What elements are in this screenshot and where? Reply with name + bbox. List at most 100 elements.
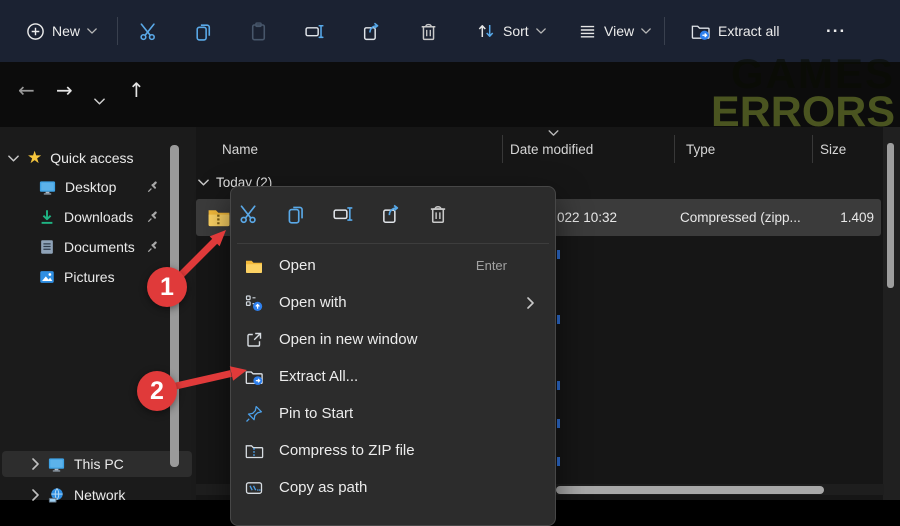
address-row: ← → ↑ « wind... Downloads [0, 62, 900, 127]
menu-shortcut: Enter [476, 258, 507, 273]
sidebar-item-pictures[interactable]: Pictures [0, 265, 220, 289]
sidebar-item-label: Downloads [64, 209, 133, 225]
cut-button[interactable] [131, 14, 165, 48]
menu-item-open-in-new-window[interactable]: Open in new window [231, 321, 555, 358]
sidebar-item-label: Desktop [65, 179, 116, 195]
file-size: 1.409 [840, 210, 874, 225]
share-icon[interactable] [380, 203, 402, 225]
menu-item-open-with[interactable]: Open with [231, 284, 555, 321]
group-collapse-chevron[interactable] [198, 179, 209, 186]
copy-path-icon [244, 478, 264, 498]
toolbar-divider [117, 17, 118, 45]
chevron-down-icon [87, 28, 97, 34]
menu-item-compress-to-zip[interactable]: Compress to ZIP file [231, 432, 555, 469]
horizontal-scrollbar-thumb[interactable] [556, 486, 824, 494]
new-button[interactable]: New [20, 16, 103, 46]
hidden-item-fragment [557, 250, 560, 259]
zip-folder-icon [244, 441, 264, 461]
submenu-chevron-icon [527, 297, 534, 309]
view-lines-icon [578, 22, 597, 41]
sidebar-item-quick-access[interactable]: ★ Quick access [0, 146, 190, 170]
hidden-item-fragment [557, 419, 560, 428]
documents-icon [38, 238, 56, 256]
column-header-type[interactable]: Type [686, 142, 715, 157]
pin-icon [244, 404, 264, 424]
rename-button[interactable] [297, 14, 331, 48]
sort-arrows-icon [476, 21, 496, 41]
hidden-item-fragment [557, 315, 560, 324]
back-button[interactable]: ← [18, 78, 35, 102]
context-menu: Open Enter Open with Open in new window … [230, 186, 556, 526]
pictures-icon [38, 268, 56, 286]
chevron-down-icon [8, 155, 19, 162]
menu-item-pin-to-start[interactable]: Pin to Start [231, 395, 555, 432]
sort-indicator-chevron [548, 130, 559, 136]
chevron-down-icon [536, 28, 546, 34]
sidebar-item-label: Quick access [50, 150, 133, 166]
share-icon [361, 21, 382, 42]
star-icon: ★ [27, 149, 42, 167]
column-divider[interactable] [674, 135, 675, 163]
recent-locations-chevron[interactable] [94, 98, 105, 105]
sidebar-item-label: Network [74, 487, 125, 503]
network-icon [47, 486, 66, 505]
up-button[interactable]: ↑ [128, 78, 145, 102]
file-type: Compressed (zipp... [680, 210, 801, 225]
extract-all-button-label: Extract all [718, 23, 779, 39]
view-button[interactable]: View [572, 16, 657, 46]
zipped-folder-icon [206, 204, 232, 230]
clipboard-icon [248, 21, 269, 42]
vertical-scrollbar-thumb[interactable] [887, 143, 894, 288]
column-divider[interactable] [812, 135, 813, 163]
column-header-size[interactable]: Size [820, 142, 846, 157]
chevron-right-icon [32, 489, 39, 501]
sidebar-item-label: Pictures [64, 269, 115, 285]
chevron-right-icon [32, 458, 39, 470]
open-with-icon [244, 293, 264, 313]
pin-icon [146, 240, 160, 254]
scissors-icon [138, 21, 159, 42]
paste-button[interactable] [241, 14, 275, 48]
extract-all-button[interactable]: Extract all [684, 16, 785, 46]
this-pc-icon [47, 455, 66, 474]
sidebar-item-label: This PC [74, 456, 124, 472]
extract-folder-icon [690, 21, 711, 42]
pin-icon [146, 210, 160, 224]
menu-item-label: Open [279, 257, 316, 274]
folder-icon [244, 256, 264, 276]
sidebar-item-this-pc[interactable]: This PC [2, 451, 192, 477]
sort-button[interactable]: Sort [470, 16, 552, 46]
menu-item-label: Compress to ZIP file [279, 442, 415, 459]
sidebar-item-network[interactable]: Network [0, 483, 214, 507]
forward-button[interactable]: → [56, 78, 73, 102]
trash-icon[interactable] [427, 203, 449, 225]
desktop-icon [38, 178, 57, 197]
column-divider[interactable] [502, 135, 503, 163]
menu-item-label: Pin to Start [279, 405, 353, 422]
sidebar-item-desktop[interactable]: Desktop [0, 175, 220, 199]
menu-item-copy-as-path[interactable]: Copy as path [231, 469, 555, 506]
menu-divider [237, 243, 549, 244]
copy-button[interactable] [186, 14, 220, 48]
menu-item-extract-all[interactable]: Extract All... [231, 358, 555, 395]
menu-item-label: Open with [279, 294, 347, 311]
menu-item-label: Extract All... [279, 368, 358, 385]
column-header-name[interactable]: Name [222, 142, 258, 157]
sidebar-item-downloads[interactable]: Downloads [0, 205, 220, 229]
menu-item-label: Copy as path [279, 479, 367, 496]
share-button[interactable] [354, 14, 388, 48]
chevron-down-icon [641, 28, 651, 34]
menu-item-open[interactable]: Open Enter [231, 247, 555, 284]
rename-icon[interactable] [332, 203, 354, 225]
more-options-button[interactable]: ... [820, 16, 852, 46]
scissors-icon[interactable] [238, 203, 260, 225]
copy-icon[interactable] [285, 203, 307, 225]
trash-icon [418, 21, 439, 42]
menu-item-label: Open in new window [279, 331, 417, 348]
copy-icon [193, 21, 214, 42]
sidebar-item-documents[interactable]: Documents [0, 235, 220, 259]
sort-button-label: Sort [503, 23, 529, 39]
column-header-date-modified[interactable]: Date modified [510, 142, 593, 157]
delete-button[interactable] [411, 14, 445, 48]
command-toolbar: New Sort View Extract all ... [0, 0, 900, 62]
